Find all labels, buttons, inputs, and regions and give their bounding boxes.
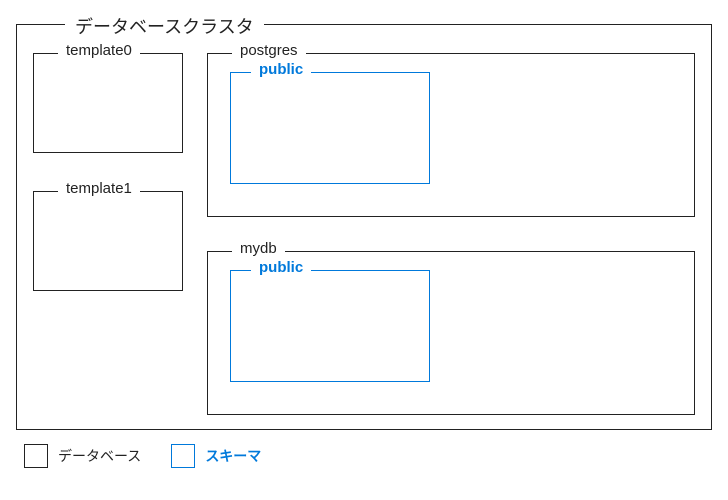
schema-public-postgres: public <box>230 72 430 184</box>
cluster-title: データベースクラスタ <box>65 13 264 39</box>
database-title: postgres <box>232 42 306 59</box>
database-template0: template0 <box>33 53 183 153</box>
schema-public-mydb: public <box>230 270 430 382</box>
legend-label-schema: スキーマ <box>205 446 261 466</box>
schema-title: public <box>251 61 311 78</box>
database-cluster-box: データベースクラスタ template0 template1 postgres … <box>16 24 712 430</box>
cluster-layout: template0 template1 postgres public mydb… <box>33 43 695 415</box>
legend: データベース スキーマ <box>24 444 712 468</box>
database-template1: template1 <box>33 191 183 291</box>
legend-database: データベース <box>24 444 141 468</box>
database-title: template1 <box>58 180 140 197</box>
right-column: postgres public mydb public <box>207 43 695 415</box>
schema-title: public <box>251 259 311 276</box>
database-title: mydb <box>232 240 285 257</box>
legend-swatch-database-icon <box>24 444 48 468</box>
legend-swatch-schema-icon <box>171 444 195 468</box>
left-column: template0 template1 <box>33 43 183 415</box>
legend-label-database: データベース <box>58 446 141 466</box>
database-postgres: postgres public <box>207 53 695 217</box>
database-mydb: mydb public <box>207 251 695 415</box>
database-title: template0 <box>58 42 140 59</box>
legend-schema: スキーマ <box>171 444 261 468</box>
